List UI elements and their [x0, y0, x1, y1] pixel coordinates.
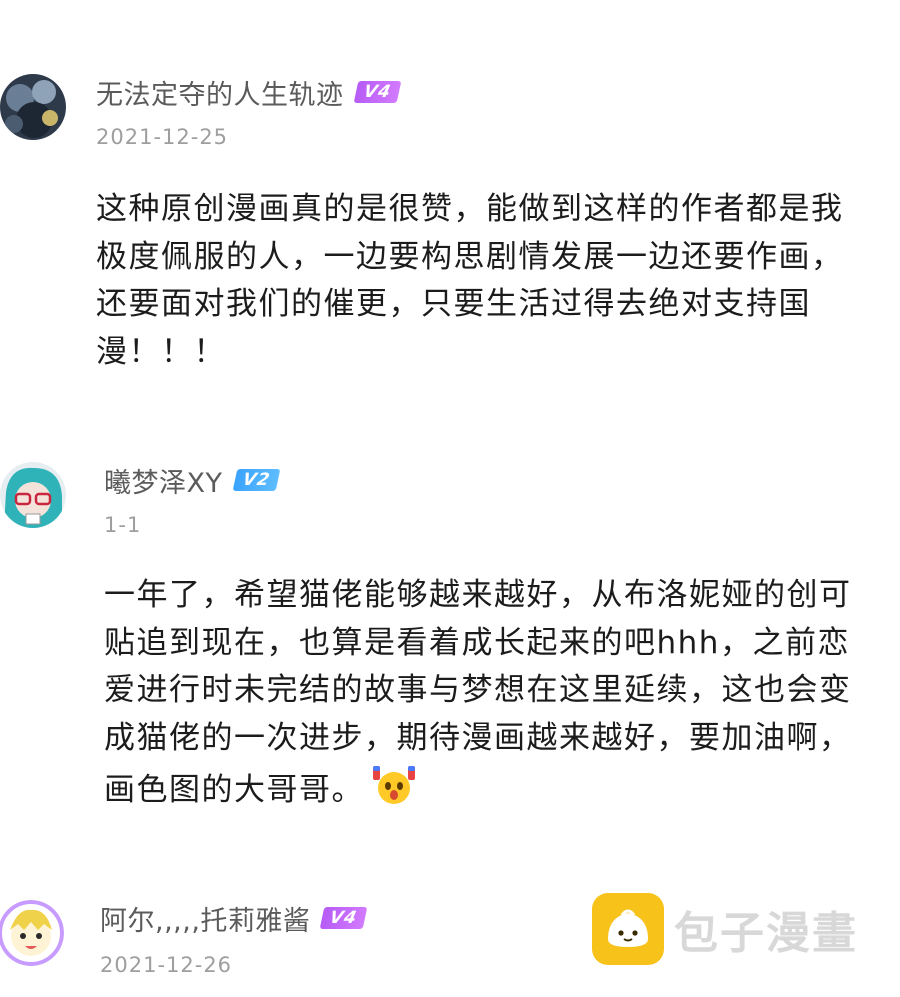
comment-text: 这种原创漫画真的是很赞，能做到这样的作者都是我 极度佩服的人，一边要构思剧情发展… [96, 186, 844, 376]
comment-line: 还要面对我们的催更，只要生活过得去绝对支持国 [96, 286, 811, 322]
avatar[interactable] [0, 900, 64, 966]
comment-line: 这种原创漫画真的是很赞，能做到这样的作者都是我 [96, 191, 844, 227]
avatar[interactable] [0, 462, 66, 528]
level-badge: V4 [320, 907, 368, 929]
comment-line: 漫！！！ [96, 333, 226, 370]
username[interactable]: 曦梦泽XY [104, 461, 223, 500]
watermark: 包子漫畫 [592, 893, 858, 965]
username[interactable]: 无法定夺的人生轨迹 [96, 73, 344, 112]
comment-date: 1-1 [104, 513, 142, 537]
comment-line: 一年了，希望猫佬能够越来越好，从布洛妮娅的创可 [104, 577, 852, 613]
cheering-emoji-icon [370, 762, 418, 821]
comment-line: 贴追到现在，也算是看着成长起来的吧hhh，之前恋 [104, 624, 850, 661]
username[interactable]: 阿尔,,,,,托莉雅酱 [100, 899, 310, 938]
comment-line: 画色图的大哥哥。 [104, 771, 364, 808]
avatar[interactable] [0, 74, 66, 140]
bun-logo-icon [592, 893, 664, 965]
comment-date: 2021-12-26 [100, 953, 233, 977]
level-badge: V2 [232, 469, 280, 491]
comment-date: 2021-12-25 [96, 125, 229, 149]
comment-text: 一年了，希望猫佬能够越来越好，从布洛妮娅的创可 贴追到现在，也算是看着成长起来的… [104, 572, 852, 821]
level-badge: V4 [353, 81, 401, 103]
comment-line: 爱进行时未完结的故事与梦想在这里延续，这也会变 [104, 672, 852, 708]
comment-line: 成猫佬的一次进步，期待漫画越来越好，要加油啊， [104, 719, 852, 756]
watermark-text: 包子漫畫 [674, 908, 858, 959]
comment-line: 极度佩服的人，一边要构思剧情发展一边还要作画， [96, 238, 844, 275]
